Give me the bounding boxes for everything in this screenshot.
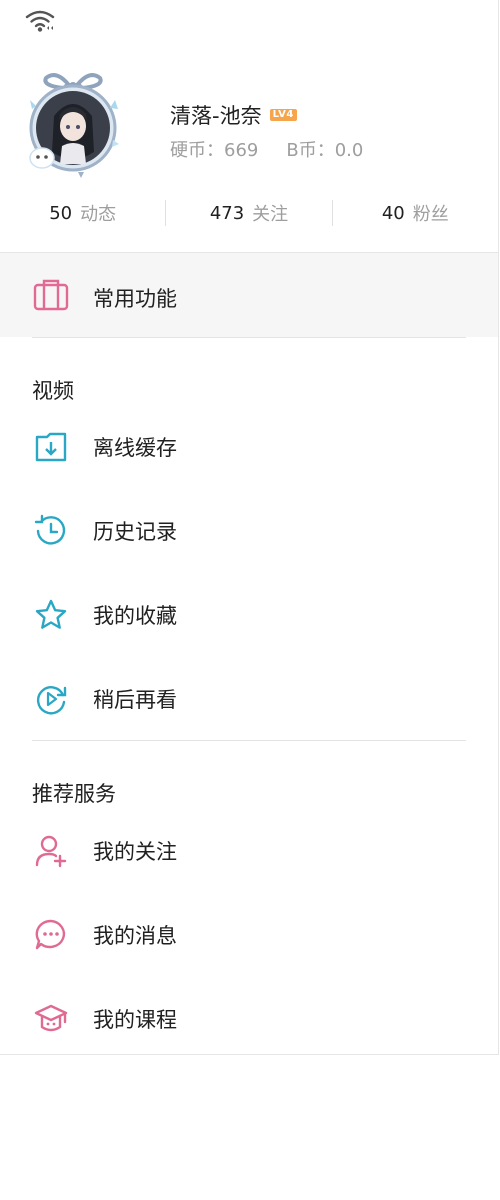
history-clock-icon [33, 513, 69, 549]
divider [32, 740, 466, 741]
menu-item-label: 历史记录 [93, 520, 177, 544]
menu-item-offline-cache[interactable]: 离线缓存 [0, 417, 498, 477]
stat-following[interactable]: 473 关注 [166, 200, 331, 226]
common-functions-label: 常用功能 [93, 287, 177, 311]
menu-item-history[interactable]: 历史记录 [0, 501, 498, 561]
bcoins-text: B币：0.0 [286, 140, 364, 161]
wifi-icon [24, 8, 56, 34]
graduation-cap-icon [33, 1001, 69, 1037]
menu-item-my-courses[interactable]: 我的课程 [0, 989, 498, 1049]
stat-value: 50 [49, 202, 73, 224]
stat-label: 关注 [252, 204, 289, 225]
menu-item-label: 我的课程 [93, 1008, 177, 1032]
menu-item-label: 稍后再看 [93, 688, 177, 712]
menu-item-label: 我的收藏 [93, 604, 177, 628]
add-user-icon [33, 833, 69, 869]
section-title-recommend: 推荐服务 [32, 782, 116, 806]
section-title-video: 视频 [32, 379, 74, 403]
navigation-drawer: 清落-池奈 LV4 硬币：669 B币：0.0 50 动态 473 关注 40 … [0, 0, 499, 1055]
star-icon [33, 597, 69, 633]
stat-label: 粉丝 [412, 204, 449, 225]
common-functions-row[interactable]: 常用功能 [0, 253, 498, 337]
avatar[interactable] [16, 70, 128, 182]
stat-value: 40 [381, 202, 405, 224]
stat-followers[interactable]: 40 粉丝 [333, 200, 498, 226]
divider [32, 337, 466, 338]
watch-later-icon [33, 681, 69, 717]
message-bubble-icon [33, 917, 69, 953]
menu-item-label: 离线缓存 [93, 436, 177, 460]
stat-posts[interactable]: 50 动态 [0, 200, 165, 226]
toolbox-icon [33, 277, 69, 313]
level-badge: LV4 [269, 109, 297, 121]
coins-text: 硬币：669 [170, 140, 259, 161]
download-folder-icon [33, 429, 69, 465]
menu-item-favorites[interactable]: 我的收藏 [0, 585, 498, 645]
menu-item-my-follows[interactable]: 我的关注 [0, 821, 498, 881]
username-text: 清落-池奈 [170, 104, 262, 128]
stats-bar: 50 动态 473 关注 40 粉丝 [0, 190, 498, 236]
username[interactable]: 清落-池奈 LV4 [170, 100, 297, 130]
stat-label: 动态 [80, 204, 117, 225]
menu-item-watch-later[interactable]: 稍后再看 [0, 669, 498, 729]
menu-item-label: 我的消息 [93, 924, 177, 948]
menu-item-my-messages[interactable]: 我的消息 [0, 905, 498, 965]
stat-value: 473 [209, 202, 245, 224]
menu-item-label: 我的关注 [93, 840, 177, 864]
coin-balance: 硬币：669 B币：0.0 [170, 136, 363, 162]
